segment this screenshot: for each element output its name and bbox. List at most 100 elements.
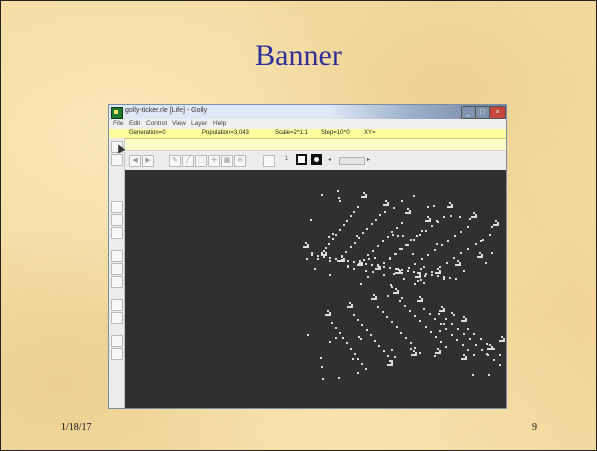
live-cell: [463, 333, 465, 335]
live-cell: [384, 211, 386, 213]
live-cell: [424, 275, 426, 277]
live-cell: [317, 258, 319, 260]
live-cell: [397, 292, 399, 294]
tile-layers-icon[interactable]: [111, 214, 123, 226]
menu-edit[interactable]: Edit: [129, 120, 140, 127]
live-cell: [435, 336, 437, 338]
live-cell: [407, 270, 409, 272]
live-cell: [450, 215, 452, 217]
status-info-area: [109, 139, 506, 150]
close-button[interactable]: ×: [489, 106, 506, 119]
live-cell: [431, 271, 433, 273]
live-cell: [489, 234, 491, 236]
live-cell: [335, 327, 337, 329]
live-cell: [387, 295, 389, 297]
live-cell: [439, 266, 441, 268]
zoom-in-icon[interactable]: ▦: [221, 155, 233, 167]
menu-layer[interactable]: Layer: [191, 120, 207, 127]
live-cell: [497, 224, 499, 226]
minimize-button[interactable]: _: [461, 106, 476, 119]
state-slider[interactable]: [339, 157, 365, 165]
duplicate-layer-icon[interactable]: [111, 201, 123, 213]
layer-options-icon[interactable]: [111, 263, 123, 275]
live-cell: [421, 230, 423, 232]
delete-layer-icon[interactable]: [111, 250, 123, 262]
live-cell: [375, 219, 377, 221]
live-cell: [499, 354, 501, 356]
live-cell: [382, 240, 384, 242]
live-cell: [329, 314, 331, 316]
live-cell: [439, 352, 441, 354]
golly-app-icon: [111, 107, 123, 119]
menu-control[interactable]: Control: [146, 120, 167, 127]
menu-view[interactable]: View: [172, 120, 186, 127]
stack-layers-icon[interactable]: [111, 227, 123, 239]
live-cell: [401, 272, 403, 274]
state-list-icon[interactable]: [263, 155, 275, 167]
live-cell: [460, 231, 462, 233]
live-cell: [354, 242, 356, 244]
live-cell: [415, 354, 417, 356]
live-cell: [361, 324, 363, 326]
live-cell: [332, 238, 334, 240]
live-cell: [357, 372, 359, 374]
scroll-right-icon[interactable]: ▸: [367, 156, 370, 163]
live-cell: [414, 315, 416, 317]
live-cell: [486, 353, 488, 355]
live-cell: [367, 254, 369, 256]
live-cell: [414, 283, 416, 285]
live-cell: [346, 342, 348, 344]
pick-icon[interactable]: ╱: [182, 155, 194, 167]
live-cell: [467, 248, 469, 250]
live-cell: [451, 206, 453, 208]
layer-settings-icon[interactable]: [111, 348, 123, 360]
sync-cursors-icon[interactable]: [111, 312, 123, 324]
live-cell: [323, 256, 325, 258]
forward-icon[interactable]: ▶: [142, 155, 154, 167]
live-cell: [467, 328, 469, 330]
pencil-icon[interactable]: ✎: [169, 155, 181, 167]
maximize-button[interactable]: □: [475, 106, 490, 119]
live-cell: [503, 340, 505, 342]
live-cell: [350, 215, 352, 217]
live-cell: [377, 245, 379, 247]
live-cell: [372, 271, 374, 273]
layer-sidebar: [109, 138, 125, 408]
live-cell: [366, 228, 368, 230]
state-color-swatch[interactable]: [296, 154, 307, 165]
state-icon-swatch[interactable]: [311, 154, 322, 165]
sync-views-icon[interactable]: [111, 299, 123, 311]
live-cell: [350, 348, 352, 350]
live-cell: [486, 343, 488, 345]
live-cell: [387, 355, 389, 357]
scroll-left-icon[interactable]: ◂: [328, 156, 331, 163]
live-cell: [391, 231, 393, 233]
step-readout: Step=10^0: [321, 130, 350, 136]
live-cell: [353, 268, 355, 270]
slide-page-number: 9: [532, 422, 537, 433]
live-cell: [447, 240, 449, 242]
move-icon[interactable]: ✛: [208, 155, 220, 167]
menu-help[interactable]: Help: [213, 120, 226, 127]
layer-list-icon[interactable]: [111, 276, 123, 288]
live-cell: [445, 346, 447, 348]
live-cell: [314, 268, 316, 270]
live-cell: [421, 300, 423, 302]
menu-file[interactable]: File: [113, 120, 123, 127]
back-icon[interactable]: ◀: [129, 155, 141, 167]
live-cell: [475, 243, 477, 245]
live-cell: [329, 274, 331, 276]
zoom-out-icon[interactable]: ⊖: [234, 155, 246, 167]
live-cell: [389, 267, 391, 269]
layer-info-icon[interactable]: [111, 335, 123, 347]
live-cell: [382, 311, 384, 313]
live-cell: [409, 310, 411, 312]
select-icon[interactable]: ⬚: [195, 155, 207, 167]
live-cell: [329, 260, 331, 262]
live-cell: [473, 354, 475, 356]
live-cell: [329, 341, 331, 343]
life-pattern-canvas[interactable]: [125, 170, 506, 408]
clone-layer-icon[interactable]: [111, 154, 123, 166]
live-cell: [362, 232, 364, 234]
live-cell: [394, 356, 396, 358]
